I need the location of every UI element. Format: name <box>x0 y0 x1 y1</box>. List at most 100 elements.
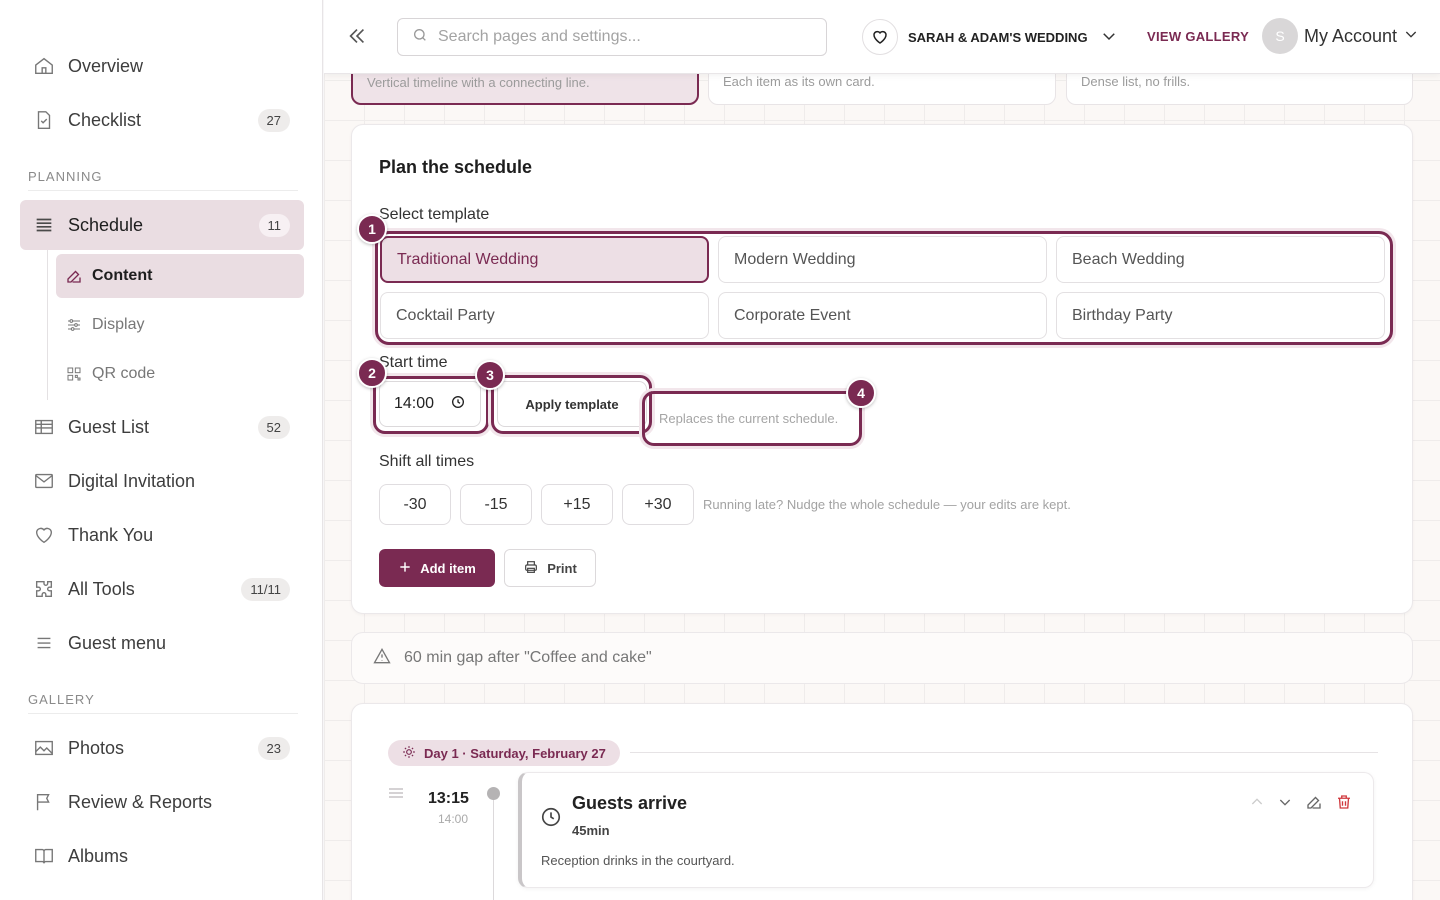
shift-minus-30-button[interactable]: -30 <box>379 484 451 525</box>
template-option[interactable]: Corporate Event <box>718 292 1047 339</box>
sidebar-item-guest-list[interactable]: Guest List 52 <box>20 402 304 452</box>
move-up-icon[interactable] <box>1249 794 1265 815</box>
shift-plus-15-button[interactable]: +15 <box>541 484 613 525</box>
plus-icon <box>398 560 412 577</box>
template-option[interactable]: Cocktail Party <box>380 292 709 339</box>
template-option[interactable]: Traditional Wedding <box>380 236 709 283</box>
count-badge: 27 <box>257 108 290 132</box>
sidebar-item-digital-invitation[interactable]: Digital Invitation <box>20 456 304 506</box>
shift-minus-15-button[interactable]: -15 <box>460 484 532 525</box>
heart-icon <box>20 524 68 546</box>
image-icon <box>20 737 68 759</box>
sidebar-subitem-qr[interactable]: QR code <box>56 352 304 396</box>
count-badge: 11/11 <box>241 577 290 601</box>
table-icon <box>20 416 68 438</box>
sidebar-item-guest-menu[interactable]: Guest menu <box>20 618 304 668</box>
timeline-dot <box>487 787 500 800</box>
day-chip: Day 1 · Saturday, February 27 <box>388 740 620 766</box>
sidebar-subitem-label: Display <box>92 316 145 333</box>
menu-icon <box>20 632 68 654</box>
chevron-down-icon <box>1403 26 1419 47</box>
sidebar-item-label: Guest menu <box>68 632 167 653</box>
qr-icon <box>56 366 92 382</box>
delete-icon[interactable] <box>1335 793 1353 816</box>
printer-icon <box>523 559 539 578</box>
sun-icon <box>402 745 416 762</box>
print-label: Print <box>547 560 577 576</box>
item-time: 13:15 <box>428 790 469 807</box>
shift-plus-30-button[interactable]: +30 <box>622 484 694 525</box>
view-gallery-link[interactable]: VIEW GALLERY <box>1147 29 1249 44</box>
account-menu[interactable]: S My Account <box>1262 18 1419 54</box>
start-time-value: 14:00 <box>394 395 435 412</box>
move-down-icon[interactable] <box>1277 794 1293 815</box>
sidebar-item-review[interactable]: Review & Reports <box>20 777 304 827</box>
sidebar-subitem-content[interactable]: Content <box>56 254 304 298</box>
shift-hint: Running late? Nudge the whole schedule —… <box>703 497 1071 512</box>
sidebar-item-checklist[interactable]: Checklist 27 <box>20 95 304 145</box>
item-description: Reception drinks in the courtyard. <box>541 853 735 868</box>
template-option[interactable]: Modern Wedding <box>718 236 1047 283</box>
day-divider <box>630 752 1378 753</box>
account-label: My Account <box>1304 25 1398 46</box>
step-marker: 3 <box>475 360 505 390</box>
sidebar-item-label: All Tools <box>68 578 135 599</box>
sidebar-item-schedule[interactable]: Schedule 11 <box>20 200 304 250</box>
sidebar-subitem-display[interactable]: Display <box>56 303 304 347</box>
sidebar-item-label: Photos <box>68 737 125 758</box>
apply-template-button[interactable]: Apply template <box>497 381 647 427</box>
collapse-sidebar-icon[interactable] <box>346 24 368 53</box>
sidebar-item-all-tools[interactable]: All Tools 11/11 <box>20 564 304 614</box>
chevron-down-icon <box>1100 27 1118 48</box>
flag-icon <box>20 791 68 813</box>
print-button[interactable]: Print <box>504 549 596 587</box>
step-marker: 2 <box>357 358 387 388</box>
sidebar-item-label: Thank You <box>68 524 154 545</box>
sidebar-item-label: Schedule <box>68 214 144 235</box>
book-icon <box>20 845 68 867</box>
sidebar-subitem-label: QR code <box>92 365 156 382</box>
sidebar-item-overview[interactable]: Overview <box>20 41 304 91</box>
day-label: Day 1 · Saturday, February 27 <box>424 745 606 761</box>
avatar: S <box>1262 18 1298 54</box>
gap-warning-text: 60 min gap after "Coffee and cake" <box>404 649 652 666</box>
template-option[interactable]: Birthday Party <box>1056 292 1385 339</box>
submenu-line <box>47 250 48 400</box>
sidebar-item-photos[interactable]: Photos 23 <box>20 723 304 773</box>
sidebar-item-thank-you[interactable]: Thank You <box>20 510 304 560</box>
sidebar: Overview Checklist 27 PLANNING Schedule … <box>0 0 323 900</box>
edit-icon[interactable] <box>1305 793 1323 816</box>
sidebar-item-label: Digital Invitation <box>68 470 196 491</box>
step-marker: 1 <box>357 214 387 244</box>
sidebar-item-label: Checklist <box>68 109 142 130</box>
puzzle-icon <box>20 578 68 600</box>
sidebar-item-label: Review & Reports <box>68 791 213 812</box>
drag-handle-icon[interactable] <box>388 786 404 804</box>
select-template-label: Select template <box>379 206 490 223</box>
section-heading-planning: PLANNING <box>28 169 298 191</box>
template-option[interactable]: Beach Wedding <box>1056 236 1385 283</box>
top-bar: SARAH & ADAM'S WEDDING VIEW GALLERY S My… <box>324 0 1440 74</box>
plan-schedule-card: Plan the schedule Select template Tradit… <box>351 124 1413 614</box>
list-icon <box>20 214 68 236</box>
step-marker: 4 <box>846 378 876 408</box>
search-input[interactable] <box>438 28 798 46</box>
start-time-label: Start time <box>379 354 448 371</box>
card-title: Plan the schedule <box>379 157 533 177</box>
gap-warning: 60 min gap after "Coffee and cake" <box>351 632 1413 684</box>
section-heading-gallery: GALLERY <box>28 692 298 714</box>
search-box[interactable] <box>397 18 827 56</box>
envelope-icon <box>20 470 68 492</box>
add-item-label: Add item <box>420 560 476 576</box>
sliders-icon <box>56 317 92 333</box>
add-item-button[interactable]: Add item <box>379 549 495 587</box>
item-duration: 45min <box>572 823 610 838</box>
edit-icon <box>56 267 92 285</box>
schedule-item-card[interactable]: Guests arrive 45min Reception drinks in … <box>518 772 1374 888</box>
clock-icon <box>450 394 466 415</box>
sidebar-subitem-label: Content <box>92 267 153 284</box>
sidebar-item-albums[interactable]: Albums <box>20 831 304 881</box>
event-selector[interactable]: SARAH & ADAM'S WEDDING <box>862 19 1118 55</box>
heart-icon <box>862 19 898 55</box>
start-time-input[interactable]: 14:00 <box>379 381 481 427</box>
